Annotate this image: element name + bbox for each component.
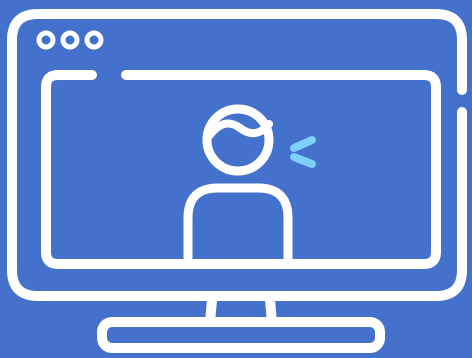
- window-dot-1: [36, 30, 56, 50]
- person-hair-line: [205, 119, 273, 140]
- video-call-illustration: [0, 0, 472, 358]
- monitor-frame: [7, 9, 467, 301]
- sound-waves-icon: [290, 136, 316, 168]
- sound-wave-bottom: [290, 153, 316, 168]
- person-icon: [183, 104, 293, 267]
- window-dot-3: [84, 30, 104, 50]
- window-dot-2: [60, 30, 80, 50]
- monitor-illustration: [7, 9, 467, 353]
- person-head: [202, 104, 274, 176]
- stand-base: [97, 317, 385, 353]
- sound-wave-top: [290, 136, 316, 152]
- person-body: [183, 183, 293, 267]
- window-dots-icon: [36, 30, 104, 50]
